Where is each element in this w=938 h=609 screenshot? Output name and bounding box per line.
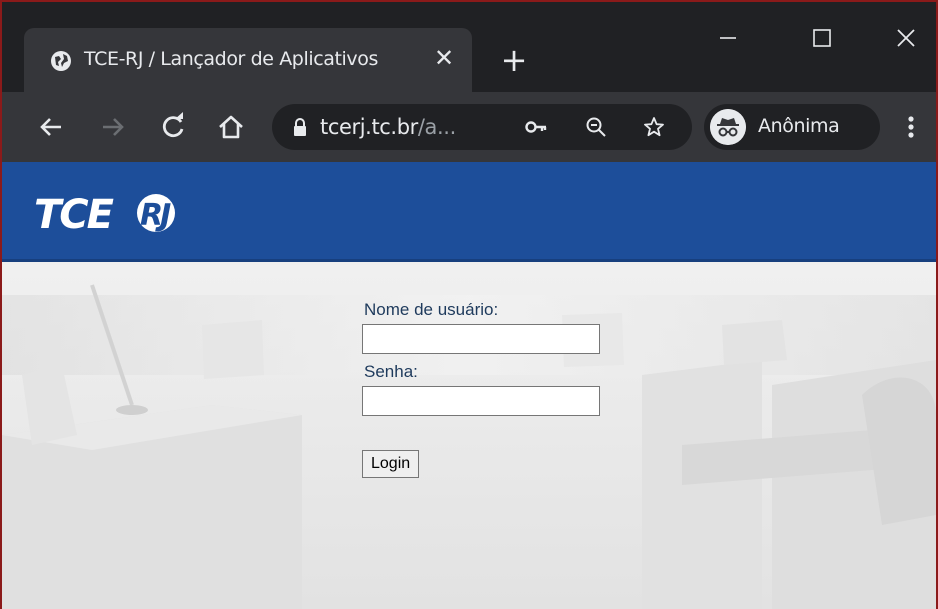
globe-icon <box>51 51 71 71</box>
star-icon[interactable] <box>642 115 666 139</box>
minimize-icon[interactable] <box>696 2 758 72</box>
password-label: Senha: <box>364 362 418 381</box>
address-bar[interactable]: tcerj.tc.br/a... <box>272 104 692 150</box>
maximize-icon[interactable] <box>790 2 852 72</box>
back-arrow-icon[interactable] <box>34 110 68 144</box>
svg-text:TCE: TCE <box>34 192 114 238</box>
zoom-icon[interactable] <box>584 115 608 139</box>
tcerj-logo: TCE RJ <box>34 192 175 238</box>
site-header: TCE RJ <box>2 162 936 262</box>
username-label: Nome de usuário: <box>364 300 499 319</box>
password-input[interactable] <box>362 386 600 416</box>
tab-title: TCE-RJ / Lançador de Aplicativos <box>84 48 378 70</box>
url-text: tcerj.tc.br/a... <box>320 115 456 139</box>
tab-active[interactable]: TCE-RJ / Lançador de Aplicativos ✕ <box>24 28 472 92</box>
key-icon[interactable] <box>524 115 548 139</box>
reload-icon[interactable] <box>156 110 190 144</box>
tab-strip: TCE-RJ / Lançador de Aplicativos ✕ + <box>2 2 936 92</box>
lock-icon <box>294 118 306 136</box>
forward-arrow-icon[interactable] <box>96 110 130 144</box>
login-button[interactable]: Login <box>362 450 420 478</box>
close-icon[interactable]: ✕ <box>432 46 456 70</box>
svg-text:RJ: RJ <box>140 198 171 233</box>
page-content: TCE RJ Nome de usuário: Senha: Login <box>2 162 936 609</box>
kebab-menu-icon[interactable] <box>898 110 924 144</box>
incognito-label: Anônima <box>758 115 840 137</box>
username-input[interactable] <box>362 324 600 354</box>
incognito-indicator[interactable]: Anônima <box>704 104 880 150</box>
browser-toolbar: tcerj.tc.br/a... Anônima <box>2 92 936 162</box>
incognito-icon <box>710 109 746 145</box>
browser-window: TCE-RJ / Lançador de Aplicativos ✕ + tce… <box>0 0 938 609</box>
new-tab-button[interactable]: + <box>500 44 528 76</box>
window-close-icon[interactable] <box>874 2 936 72</box>
home-icon[interactable] <box>214 110 248 144</box>
